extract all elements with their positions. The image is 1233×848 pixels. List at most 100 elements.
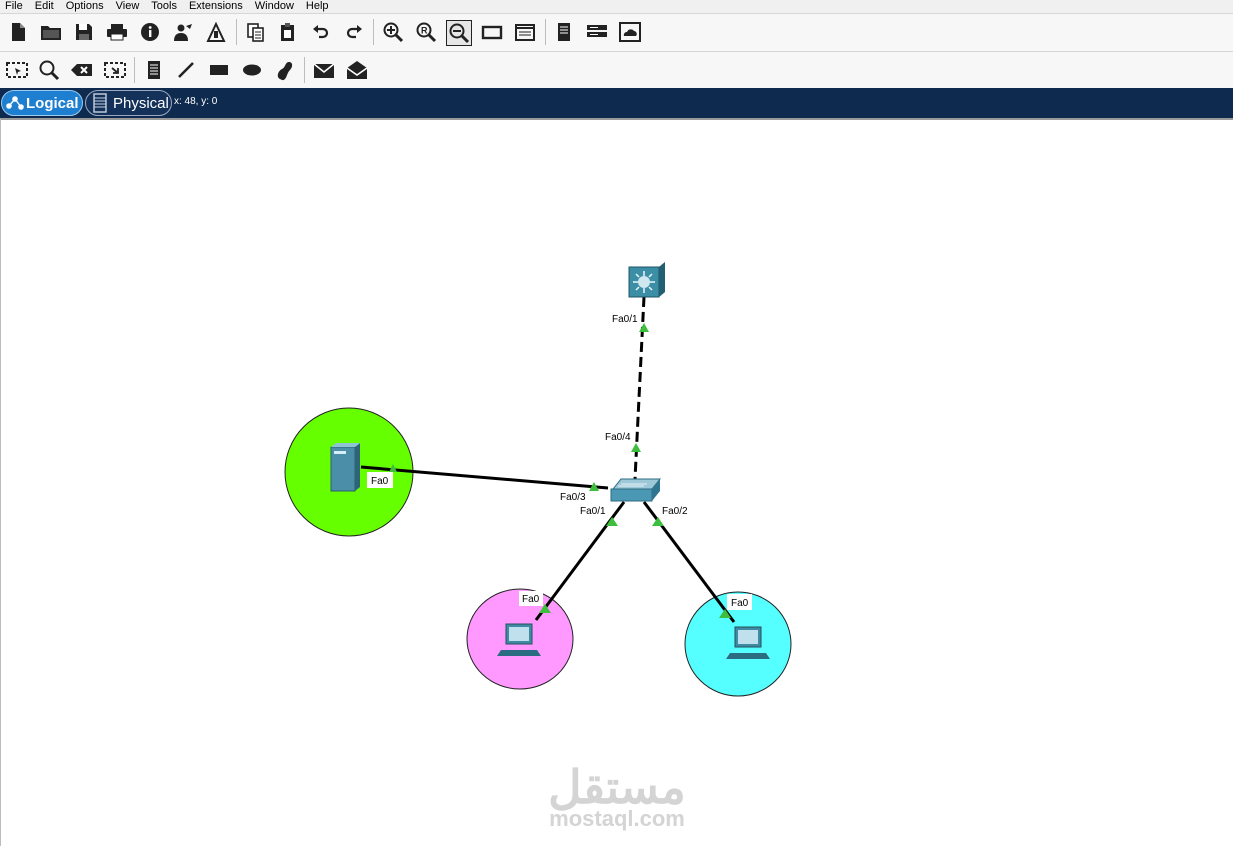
menu-view[interactable]: View (110, 1, 146, 12)
draw-line-tool[interactable] (173, 57, 199, 83)
port-label-pc2-fa0: Fa0 (731, 598, 749, 609)
device-list-button[interactable] (584, 19, 610, 45)
multilayer-switch-device[interactable] (628, 262, 665, 298)
drawing-palette-button[interactable] (479, 19, 505, 45)
add-simple-pdu-icon (313, 63, 335, 78)
zoom-out-button[interactable] (446, 20, 472, 46)
info-icon (141, 23, 159, 41)
add-complex-pdu-icon (346, 61, 368, 79)
port-label-switch-fa0-2: Fa0/2 (662, 506, 688, 517)
inspect-tool[interactable] (36, 57, 62, 83)
view-command-log-button[interactable] (551, 19, 577, 45)
add-complex-pdu-tool[interactable] (344, 57, 370, 83)
info-button[interactable] (137, 19, 163, 45)
toolbar-separator (134, 57, 135, 83)
tab-logical[interactable]: Logical (1, 90, 83, 116)
menu-file[interactable]: File (0, 1, 29, 12)
zoom-in-icon (383, 22, 404, 43)
place-note-icon (148, 61, 160, 79)
link-up-triangle (652, 517, 664, 526)
activity-wizard-button[interactable] (170, 19, 196, 45)
resize-shape-tool[interactable] (102, 57, 128, 83)
network-info-icon (206, 22, 226, 42)
menu-tools[interactable]: Tools (145, 1, 183, 12)
link-status-indicators (389, 323, 731, 618)
cursor-coordinates: x: 48, y: 0 (174, 96, 218, 107)
zoom-in-button[interactable] (380, 19, 406, 45)
delete-tool[interactable] (69, 57, 95, 83)
custom-device-dialog-button[interactable] (512, 19, 538, 45)
toolbar-separator (304, 57, 305, 83)
open-button[interactable] (38, 19, 64, 45)
port-label-switch-fa0-3: Fa0/3 (560, 492, 586, 503)
tools-toolbar (0, 51, 1233, 88)
draw-freeform-tool[interactable] (272, 57, 298, 83)
draw-ellipse-tool[interactable] (239, 57, 265, 83)
view-command-log-icon (558, 23, 570, 41)
link-up-triangle (631, 443, 641, 452)
save-button[interactable] (71, 19, 97, 45)
copy-button[interactable] (243, 19, 269, 45)
toolbar-separator (373, 19, 374, 45)
print-button[interactable] (104, 19, 130, 45)
cloud-icon (619, 22, 641, 42)
save-icon (76, 24, 92, 40)
draw-ellipse-icon (243, 64, 261, 76)
logical-workspace[interactable]: Fa0/1 Fa0/4 Fa0/3 Fa0/1 Fa0/2 Fa0 Fa0 Fa… (0, 118, 1233, 846)
draw-rectangle-tool[interactable] (206, 57, 232, 83)
open-folder-icon (41, 26, 61, 40)
zoom-reset-icon: R (416, 22, 437, 43)
multilayer-switch-icon (638, 276, 650, 288)
redo-button[interactable] (341, 19, 367, 45)
port-label-server-fa0: Fa0 (371, 476, 389, 487)
custom-device-dialog-icon (515, 24, 535, 41)
main-toolbar: R (0, 13, 1233, 51)
link-up-triangle (639, 323, 649, 332)
undo-button[interactable] (308, 19, 334, 45)
draw-freeform-icon (277, 62, 293, 81)
port-label-pc1-fa0: Fa0 (522, 594, 540, 605)
cloud-button[interactable] (617, 19, 643, 45)
resize-shape-icon (104, 62, 126, 78)
new-button[interactable] (5, 19, 31, 45)
activity-wizard-icon (174, 24, 192, 41)
menu-edit[interactable]: Edit (29, 1, 60, 12)
select-tool[interactable] (4, 57, 30, 83)
add-simple-pdu-tool[interactable] (311, 57, 337, 83)
menu-help[interactable]: Help (300, 1, 335, 12)
place-note-tool[interactable] (141, 57, 167, 83)
draw-rectangle-icon (210, 65, 228, 75)
switch-device[interactable] (610, 478, 662, 502)
port-label-switch-fa0-1: Fa0/1 (580, 506, 606, 517)
tab-physical[interactable]: Physical (85, 90, 172, 116)
svg-text:R: R (421, 26, 428, 36)
device-list-icon (587, 25, 607, 37)
paste-button[interactable] (275, 19, 301, 45)
tab-physical-label: Physical (113, 94, 169, 112)
workspace-tab-bar: Logical Physical x: 48, y: 0 (0, 88, 1233, 118)
print-icon (107, 24, 127, 41)
menu-bar: File Edit Options View Tools Extensions … (0, 0, 1233, 13)
new-file-icon (12, 23, 25, 41)
inspect-icon (39, 60, 60, 81)
zoom-reset-button[interactable]: R (413, 19, 439, 45)
drawing-palette-icon (481, 25, 503, 40)
toolbar-separator (545, 19, 546, 45)
server-device[interactable] (330, 443, 360, 492)
pc-icon (726, 653, 770, 659)
network-info-button[interactable] (203, 19, 229, 45)
physical-view-icon (93, 93, 107, 113)
menu-extensions[interactable]: Extensions (183, 1, 249, 12)
undo-icon (313, 25, 329, 39)
redo-icon (346, 25, 362, 39)
port-label-switch-fa0-4: Fa0/4 (605, 432, 631, 443)
logical-view-icon (6, 96, 24, 110)
paste-icon (281, 23, 294, 41)
copy-icon (247, 23, 264, 42)
watermark-domain: mostaql.com (549, 806, 685, 831)
zoom-out-icon (449, 23, 470, 44)
delete-icon (71, 64, 92, 76)
pc-icon (497, 650, 541, 656)
menu-options[interactable]: Options (60, 1, 110, 12)
menu-window[interactable]: Window (249, 1, 300, 12)
